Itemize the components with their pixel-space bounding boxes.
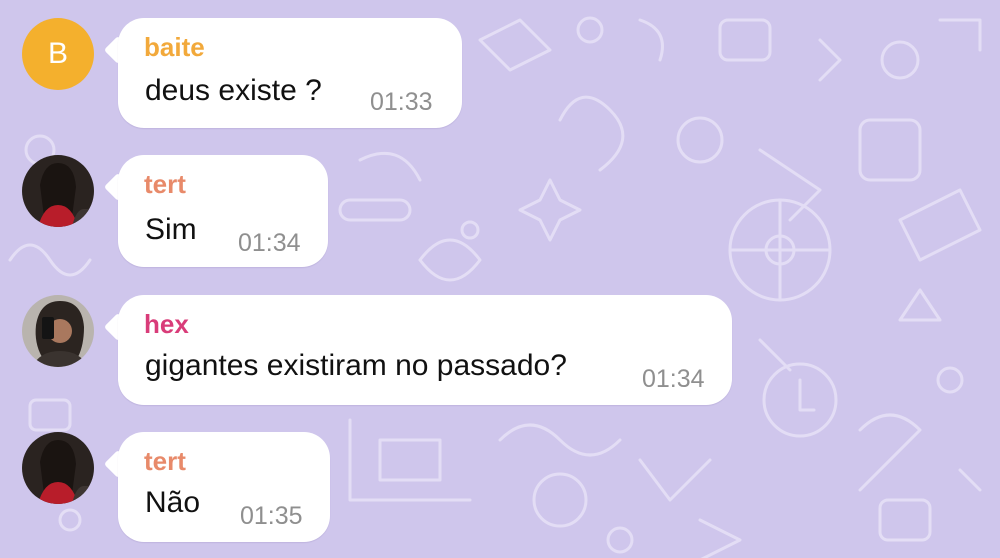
sender-name[interactable]: tert xyxy=(144,169,186,200)
avatar[interactable]: B xyxy=(22,18,94,90)
message-time: 01:34 xyxy=(642,365,705,393)
sender-name[interactable]: baite xyxy=(144,32,205,63)
message-bubble[interactable]: baite deus existe ? 01:33 xyxy=(118,18,462,128)
message-bubble[interactable]: tert Não 01:35 xyxy=(118,432,330,542)
avatar[interactable] xyxy=(22,432,94,504)
message-time: 01:35 xyxy=(240,502,303,530)
message-text: Sim xyxy=(145,213,197,246)
message-text: deus existe ? xyxy=(145,74,322,107)
user-photo-icon xyxy=(22,155,94,227)
avatar[interactable] xyxy=(22,155,94,227)
sender-name[interactable]: tert xyxy=(144,446,186,477)
message-text: gigantes existiram no passado? xyxy=(145,349,567,382)
user-photo-icon xyxy=(22,432,94,504)
sender-name[interactable]: hex xyxy=(144,309,189,340)
message-time: 01:34 xyxy=(238,229,301,257)
message-time: 01:33 xyxy=(370,88,433,116)
message-text: Não xyxy=(145,486,201,519)
message-bubble[interactable]: hex gigantes existiram no passado? 01:34 xyxy=(118,295,732,405)
avatar-letter: B xyxy=(47,37,68,70)
avatar[interactable] xyxy=(22,295,94,367)
message-bubble[interactable]: tert Sim 01:34 xyxy=(118,155,328,267)
user-photo-icon xyxy=(22,295,94,367)
